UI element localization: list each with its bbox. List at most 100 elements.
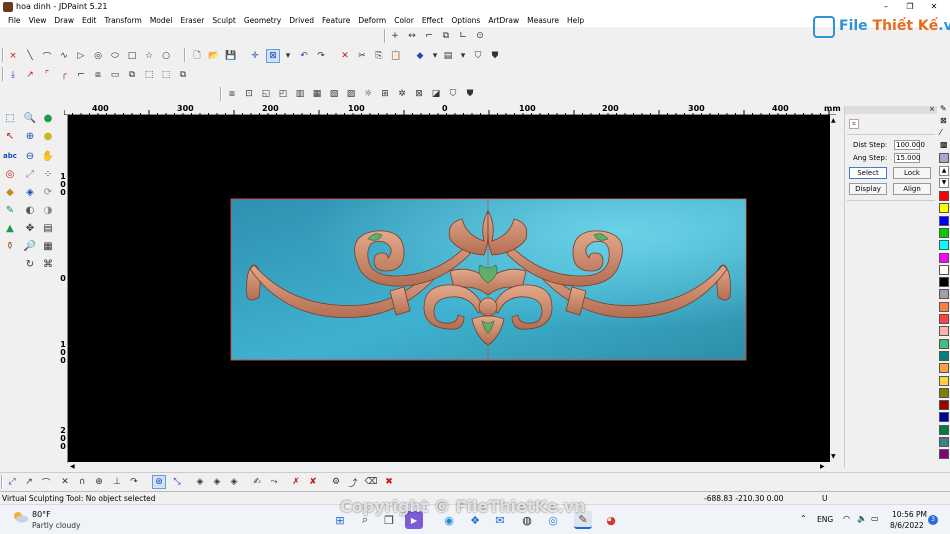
menu-drived[interactable]: Drived	[285, 14, 318, 27]
light-icon[interactable]: ●	[40, 110, 56, 126]
dist-step-input[interactable]: 100.000	[894, 140, 925, 150]
color-swatch[interactable]	[939, 264, 949, 275]
scroll-down-icon[interactable]: ▼	[939, 178, 949, 188]
sculpt-cross-icon[interactable]: ✕	[58, 475, 72, 489]
select-button[interactable]: Select	[849, 167, 887, 179]
menu-deform[interactable]: Deform	[354, 14, 390, 27]
relief-tool-11-icon[interactable]: ✲	[395, 87, 409, 101]
color-swatch[interactable]	[939, 449, 949, 460]
ang-step-input[interactable]: 15.000	[894, 153, 921, 163]
layer-icon[interactable]: ▤	[441, 49, 455, 63]
relief-tool-6-icon[interactable]: ▦	[310, 87, 324, 101]
new-file-icon[interactable]: 🗋	[190, 49, 204, 63]
menu-file[interactable]: File	[4, 14, 25, 27]
partly-cloudy-icon[interactable]	[12, 511, 28, 523]
menu-draw[interactable]: Draw	[50, 14, 78, 27]
notification-badge[interactable]: 3	[928, 515, 938, 525]
battery-icon[interactable]: ▭	[871, 514, 879, 523]
transform-icon[interactable]: ⌗	[849, 119, 859, 129]
relief-tool-5-icon[interactable]: ▥	[293, 87, 307, 101]
weather-temperature[interactable]: 80°F	[32, 510, 51, 520]
pan-icon[interactable]: ✋	[40, 148, 56, 164]
arc-icon[interactable]: ⌒	[40, 49, 54, 63]
sculpt-curve-icon[interactable]: ∩	[75, 475, 89, 489]
trim-icon[interactable]: ⤓	[6, 68, 20, 82]
hatch-icon[interactable]: ▤	[40, 220, 56, 236]
weather-condition[interactable]: Partly cloudy	[32, 521, 80, 531]
point-icon[interactable]: ×	[6, 49, 20, 63]
move-icon[interactable]: ✥	[22, 220, 38, 236]
color-swatch[interactable]	[939, 215, 949, 226]
menu-geometry[interactable]: Geometry	[240, 14, 285, 27]
remove-point-icon[interactable]: ✗	[289, 475, 303, 489]
color-swatch[interactable]	[939, 314, 949, 324]
select-box-icon[interactable]: ⊠	[266, 49, 280, 63]
vertical-scrollbar[interactable]: ▲ ▼	[830, 115, 840, 462]
brush-settings-icon[interactable]: ⚙	[329, 475, 343, 489]
offset-icon[interactable]: ⧈	[91, 68, 105, 82]
maximize-button[interactable]: ❐	[898, 0, 922, 14]
color-swatch[interactable]	[939, 400, 949, 411]
paste-icon[interactable]: 📋	[389, 49, 403, 63]
delete-icon[interactable]: ✖	[382, 475, 396, 489]
color-swatch[interactable]	[939, 203, 949, 214]
toolbar-grip[interactable]	[184, 48, 186, 62]
color-swatch[interactable]	[939, 412, 949, 423]
language-indicator[interactable]: ENG	[817, 515, 833, 524]
camera-icon[interactable]: ⌘	[40, 256, 56, 272]
refresh-icon[interactable]: ↻	[22, 256, 38, 272]
array-icon[interactable]: ⧉	[125, 68, 139, 82]
remove-arrow-icon[interactable]: ✘	[306, 475, 320, 489]
break-icon[interactable]: ⌐	[74, 68, 88, 82]
save-icon[interactable]: 💾	[224, 49, 238, 63]
scroll-up-icon[interactable]: ▲	[831, 117, 836, 124]
horizontal-scrollbar[interactable]: ◀ ▶	[68, 462, 830, 472]
menu-color[interactable]: Color	[390, 14, 418, 27]
scroll-right-icon[interactable]: ▶	[820, 463, 825, 470]
current-color-swatch[interactable]	[939, 153, 949, 163]
relief-tool-7-icon[interactable]: ▧	[327, 87, 341, 101]
sculpt-arc-icon[interactable]: ⌒	[39, 475, 53, 489]
shield-icon[interactable]: ⛉	[471, 49, 485, 63]
color-swatch[interactable]	[939, 289, 949, 300]
extend-icon[interactable]: ↗	[23, 68, 37, 82]
rectangle-icon[interactable]: □	[125, 49, 139, 63]
clock-date[interactable]: 8/6/2022	[890, 521, 924, 531]
target-icon[interactable]: ◎	[2, 166, 18, 182]
copy-icon[interactable]: ⎘	[372, 49, 386, 63]
color-swatch[interactable]	[939, 363, 949, 374]
menu-view[interactable]: View	[25, 14, 51, 27]
menu-artdraw[interactable]: ArtDraw	[484, 14, 523, 27]
color-swatch[interactable]	[939, 338, 949, 349]
clock-time[interactable]: 10:56 PM	[892, 510, 927, 520]
chevron-down-icon[interactable]: ▾	[428, 49, 442, 63]
sculpt-arrow-icon[interactable]: ⤡	[170, 475, 184, 489]
corner-icon[interactable]: ⌜	[40, 68, 54, 82]
zoom-extents-icon[interactable]: ⤢	[22, 166, 38, 182]
chevron-down-icon[interactable]: ▾	[456, 49, 470, 63]
circle-icon[interactable]: ○	[159, 49, 173, 63]
crosshair-icon[interactable]: +	[388, 29, 402, 43]
close-icon[interactable]: ×	[929, 105, 935, 113]
cut-icon[interactable]: ✂	[355, 49, 369, 63]
scroll-left-icon[interactable]: ◀	[70, 463, 75, 470]
sculpt-brush-icon[interactable]: ✎	[2, 202, 18, 218]
bottle-icon[interactable]: ⚱	[2, 238, 18, 254]
speaker-icon[interactable]: 🔈	[857, 514, 867, 523]
bulb-icon[interactable]: ●	[40, 128, 56, 144]
menu-edit[interactable]: Edit	[78, 14, 101, 27]
eyedropper-icon[interactable]: ⁄	[940, 128, 941, 137]
shield-filled-icon[interactable]: ⛊	[463, 87, 477, 101]
dimension-icon[interactable]: ↔	[405, 29, 419, 43]
sculpt-hook-icon[interactable]: ↷	[127, 475, 141, 489]
diamond-icon[interactable]: ◆	[2, 184, 18, 200]
color-swatch[interactable]	[939, 191, 949, 201]
toolbar-grip[interactable]	[384, 29, 386, 43]
color-swatch[interactable]	[939, 227, 949, 238]
diamond-grid-3-icon[interactable]: ◈	[227, 475, 241, 489]
combine-icon[interactable]: ⧉	[176, 68, 190, 82]
relief-tool-3-icon[interactable]: ◱	[259, 87, 273, 101]
line-icon[interactable]: ╲	[23, 49, 37, 63]
undo-icon[interactable]: ↶	[297, 49, 311, 63]
menu-effect[interactable]: Effect	[418, 14, 448, 27]
